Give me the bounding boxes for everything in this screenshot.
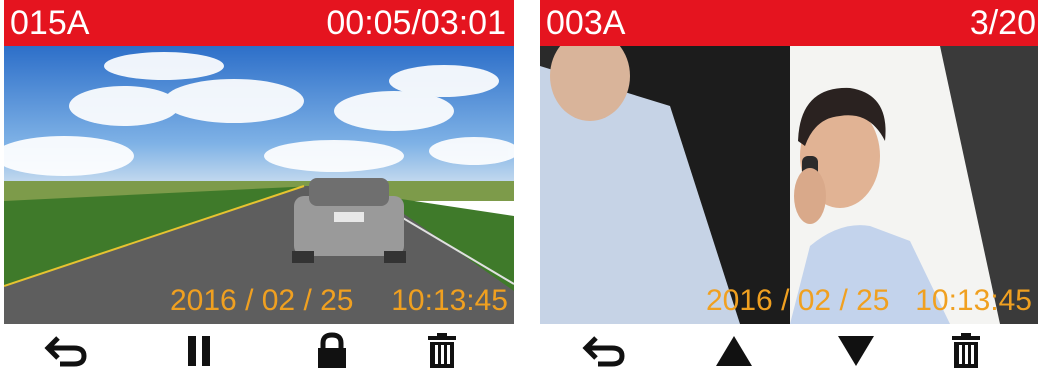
pause-button[interactable] — [178, 332, 222, 370]
up-triangle-icon — [716, 336, 752, 366]
delete-button[interactable] — [944, 332, 988, 370]
date-stamp: 2016 / 02 / 25 — [170, 284, 354, 317]
car-image — [292, 178, 406, 263]
back-icon — [582, 336, 625, 367]
header-bar: 003A 3/20 — [540, 0, 1038, 46]
control-bar — [540, 324, 1038, 376]
back-button[interactable] — [44, 332, 88, 370]
file-name: 015A — [10, 4, 90, 42]
header-bar: 015A 00:05/03:01 — [4, 0, 514, 46]
page-counter: 3/20 — [969, 4, 1036, 42]
video-frame: 2016 / 02 / 25 10:13:45 — [4, 46, 514, 324]
previous-button[interactable] — [712, 332, 756, 370]
down-triangle-icon — [838, 336, 874, 366]
photo-browse-screen: 003A 3/20 2016 / 02 / 25 10:13:45 — [540, 0, 1038, 376]
lock-button[interactable] — [310, 332, 354, 370]
photo-frame: 2016 / 02 / 25 10:13:45 — [540, 46, 1038, 324]
delete-button[interactable] — [420, 332, 464, 370]
lock-icon — [318, 332, 346, 368]
trash-icon — [428, 333, 456, 368]
control-bar — [4, 324, 514, 376]
next-button[interactable] — [834, 332, 878, 370]
trash-icon — [952, 333, 980, 368]
playback-time: 00:05/03:01 — [326, 4, 506, 42]
back-button[interactable] — [582, 332, 626, 370]
time-stamp: 10:13:45 — [915, 284, 1032, 317]
back-icon — [44, 336, 87, 367]
pause-icon — [188, 336, 210, 366]
date-stamp: 2016 / 02 / 25 — [706, 284, 890, 317]
time-stamp: 10:13:45 — [391, 284, 508, 317]
file-name: 003A — [546, 4, 626, 42]
video-playback-screen: 015A 00:05/03:01 2016 / 02 / 25 10:13:45 — [4, 0, 514, 376]
